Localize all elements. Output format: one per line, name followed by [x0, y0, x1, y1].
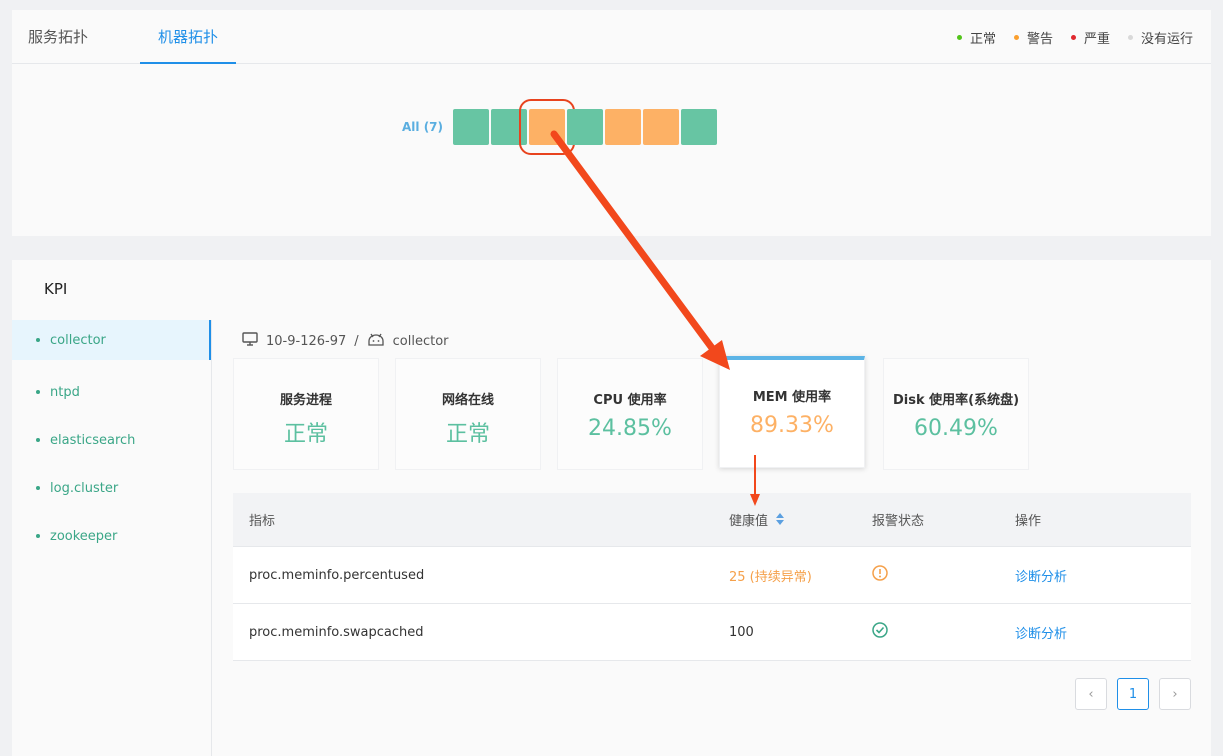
status-legend: 正常 警告 严重 没有运行	[956, 28, 1193, 47]
bullet-icon	[36, 390, 40, 394]
sidebar-item-label: collector	[50, 332, 106, 348]
machine-node[interactable]	[681, 109, 718, 145]
sidebar-item-ntpd[interactable]: ntpd	[12, 368, 211, 416]
diagnose-link[interactable]: 诊断分析	[1015, 566, 1191, 585]
topology-panel: 服务拓扑 机器拓扑 正常 警告 严重 没有运行 All (7)	[12, 10, 1211, 236]
breadcrumb-service: collector	[392, 333, 449, 349]
monitor-icon	[242, 332, 258, 350]
table-row: proc.meminfo.percentused 25 (持续异常) 诊断分析	[233, 547, 1191, 604]
next-page-button[interactable]: ›	[1159, 678, 1191, 710]
legend-not-running: 没有运行	[1127, 28, 1193, 47]
kpi-card-title: CPU 使用率	[593, 393, 667, 408]
breadcrumb-separator: /	[354, 333, 359, 349]
kpi-card-cpu[interactable]: CPU 使用率 24.85%	[557, 358, 703, 470]
kpi-card-title: Disk 使用率(系统盘)	[892, 393, 1020, 408]
sort-icon[interactable]	[776, 513, 785, 529]
chevron-right-icon: ›	[1172, 686, 1178, 702]
legend-critical: 严重	[1070, 28, 1110, 47]
machine-node[interactable]	[605, 109, 642, 145]
breadcrumb-host[interactable]: 10-9-126-97	[266, 334, 346, 349]
android-icon	[367, 332, 385, 350]
header-alert-status: 报警状态	[872, 514, 925, 529]
kpi-card-title: MEM 使用率	[752, 390, 832, 405]
sidebar-item-label: elasticsearch	[50, 432, 136, 448]
normal-dot-icon	[956, 35, 962, 40]
sidebar-item-collector[interactable]: collector	[12, 320, 211, 360]
kpi-card-value: 24.85%	[588, 416, 672, 441]
kpi-title: KPI	[44, 280, 68, 298]
legend-warning: 警告	[1013, 28, 1053, 47]
tab-service-topology[interactable]: 服务拓扑	[28, 10, 88, 64]
service-sidebar: collector ntpd elasticsearch log.cluster…	[12, 320, 212, 756]
bullet-icon	[36, 438, 40, 442]
legend-label: 严重	[1083, 32, 1110, 47]
sidebar-item-label: zookeeper	[50, 528, 118, 544]
header-metric: 指标	[249, 514, 276, 529]
machine-node[interactable]	[491, 109, 528, 145]
kpi-card-title: 服务进程	[279, 393, 332, 408]
kpi-card-value: 60.49%	[914, 416, 998, 441]
page-button[interactable]: 1	[1117, 678, 1149, 710]
breadcrumb: 10-9-126-97 / collector	[242, 332, 449, 350]
legend-label: 正常	[969, 32, 996, 47]
all-machines-link[interactable]: All (7)	[402, 120, 443, 134]
warning-dot-icon	[1013, 35, 1019, 40]
legend-normal: 正常	[956, 28, 996, 47]
kpi-card-process[interactable]: 服务进程 正常	[233, 358, 379, 470]
pagination: ‹ 1 ›	[1075, 678, 1191, 710]
legend-label: 没有运行	[1140, 32, 1193, 47]
kpi-card-network[interactable]: 网络在线 正常	[395, 358, 541, 470]
machine-topology: All (7)	[402, 99, 719, 155]
check-circle-icon	[872, 622, 1015, 642]
not-running-dot-icon	[1127, 35, 1133, 40]
prev-page-button[interactable]: ‹	[1075, 678, 1107, 710]
kpi-card-value: 正常	[445, 422, 490, 447]
kpi-card-title: 网络在线	[441, 393, 494, 408]
tab-machine-topology[interactable]: 机器拓扑	[140, 10, 236, 64]
sidebar-item-log-cluster[interactable]: log.cluster	[12, 464, 211, 512]
kpi-card-value: 正常	[283, 422, 328, 447]
diagnose-link[interactable]: 诊断分析	[1015, 623, 1191, 642]
machine-node[interactable]	[643, 109, 680, 145]
header-health-label: 健康值	[729, 513, 769, 529]
bullet-icon	[36, 338, 40, 342]
kpi-card-disk[interactable]: Disk 使用率(系统盘) 60.49%	[883, 358, 1029, 470]
sidebar-item-elasticsearch[interactable]: elasticsearch	[12, 416, 211, 464]
header-health[interactable]: 健康值	[729, 510, 872, 530]
metric-name: proc.meminfo.percentused	[249, 567, 425, 583]
kpi-card-mem[interactable]: MEM 使用率 89.33%	[719, 356, 865, 468]
health-value: 100	[729, 624, 754, 640]
warning-icon	[872, 565, 1015, 585]
header-action: 操作	[1015, 514, 1042, 529]
sidebar-item-label: ntpd	[50, 384, 80, 400]
bullet-icon	[36, 486, 40, 490]
critical-dot-icon	[1070, 35, 1076, 40]
metric-name: proc.meminfo.swapcached	[249, 624, 424, 640]
machine-node-selected[interactable]	[519, 99, 576, 155]
tab-bar: 服务拓扑 机器拓扑 正常 警告 严重 没有运行	[12, 10, 1211, 64]
kpi-panel: KPI collector ntpd elasticsearch log.clu…	[12, 260, 1211, 756]
sidebar-item-zookeeper[interactable]: zookeeper	[12, 512, 211, 560]
kpi-card-value: 89.33%	[750, 413, 834, 438]
metrics-table: 指标 健康值 报警状态 操作 proc.meminfo.percentused …	[233, 493, 1191, 661]
chevron-left-icon: ‹	[1088, 686, 1094, 702]
machine-node[interactable]	[453, 109, 490, 145]
machine-node[interactable]	[567, 109, 604, 145]
bullet-icon	[36, 534, 40, 538]
sidebar-item-label: log.cluster	[50, 480, 119, 496]
health-value: 25 (持续异常)	[729, 569, 812, 585]
table-header: 指标 健康值 报警状态 操作	[233, 493, 1191, 547]
table-row: proc.meminfo.swapcached 100 诊断分析	[233, 604, 1191, 661]
legend-label: 警告	[1026, 32, 1053, 47]
